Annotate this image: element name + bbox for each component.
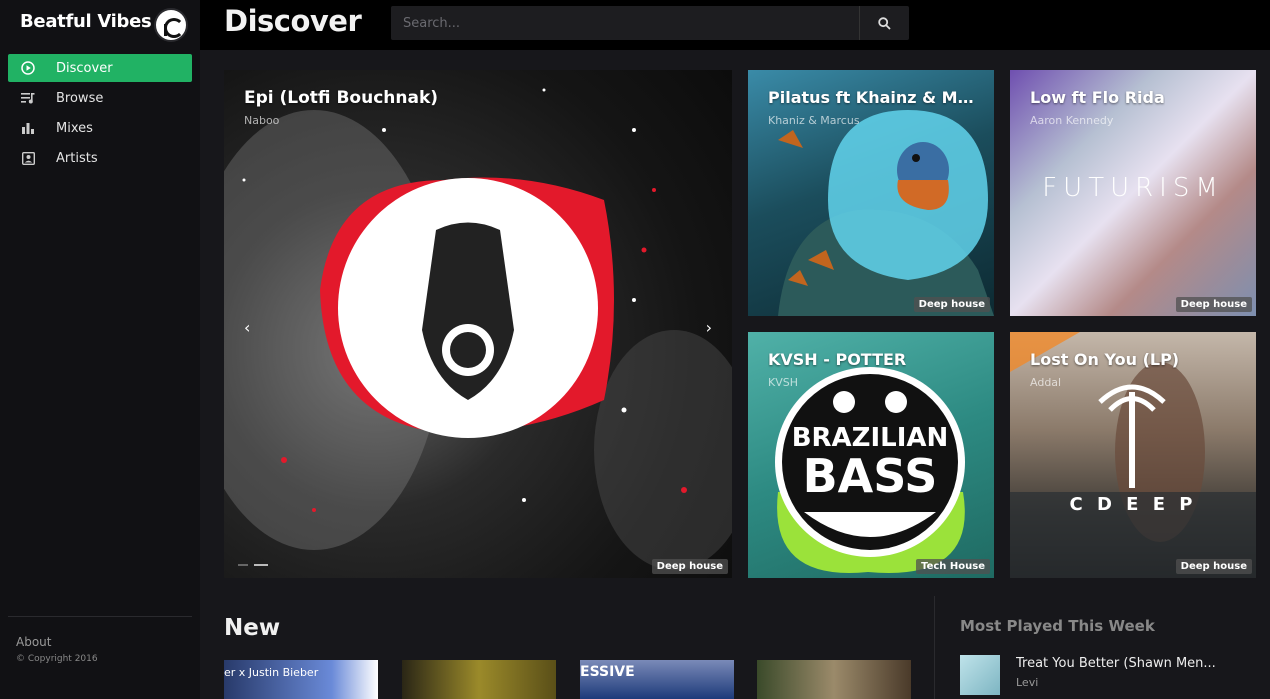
carousel-dot-active[interactable]: [254, 564, 268, 566]
new-release-thumb[interactable]: er x Justin Bieber: [224, 660, 378, 699]
featured-track-card[interactable]: Epi (Lotfi Bouchnak) Naboo ‹ › Deep hous…: [224, 70, 732, 578]
page-title: Discover: [224, 4, 362, 38]
sidebar-item-label: Discover: [56, 60, 113, 76]
sidebar-divider: [8, 616, 192, 617]
play-circle-icon: [20, 60, 36, 76]
sidebar-item-label: Mixes: [56, 120, 93, 136]
carousel-dot[interactable]: [238, 564, 248, 566]
topbar: Discover: [200, 0, 1270, 50]
most-played-artist: Levi: [1016, 676, 1039, 689]
track-artist: KVSH: [768, 376, 798, 389]
most-played-song[interactable]: Treat You Better (Shawn Men...: [1016, 656, 1216, 671]
track-title: Pilatus ft Khainz & Mar...: [768, 88, 978, 107]
sidebar-item-label: Browse: [56, 90, 104, 106]
track-title: KVSH - POTTER: [768, 350, 907, 369]
genre-tag[interactable]: Deep house: [1175, 559, 1252, 574]
new-section-title: New: [224, 615, 281, 641]
track-title: Lost On You (LP): [1030, 350, 1180, 369]
genre-tag[interactable]: Deep house: [913, 297, 990, 312]
featured-artist: Naboo: [244, 114, 280, 127]
track-artist: Aaron Kennedy: [1030, 114, 1114, 127]
new-release-thumb[interactable]: ESSIVE: [580, 660, 734, 699]
chevron-right-icon[interactable]: ›: [706, 318, 712, 337]
genre-tag[interactable]: Deep house: [651, 559, 728, 574]
genre-tag[interactable]: Tech House: [916, 559, 990, 574]
new-release-thumb[interactable]: [402, 660, 556, 699]
brand[interactable]: Beatful Vibes: [20, 8, 190, 42]
track-card[interactable]: C D E E P Lost On You (LP) Addal Deep ho…: [1010, 332, 1256, 578]
chevron-left-icon[interactable]: ‹: [244, 318, 250, 337]
search-bar: [391, 6, 909, 40]
section-divider: [934, 596, 935, 699]
track-card[interactable]: Pilatus ft Khainz & Mar... Khaniz & Marc…: [748, 70, 994, 316]
contact-card-icon: [20, 150, 36, 166]
track-card[interactable]: BRAZILIAN BASS KVSH - POTTER KVSH Tech H…: [748, 332, 994, 578]
brand-name: Beatful Vibes: [20, 11, 152, 32]
playlist-icon: [20, 90, 36, 106]
most-played-title: Most Played This Week: [960, 617, 1155, 635]
search-icon: [878, 16, 891, 30]
copyright-text: © Copyright 2016: [16, 654, 98, 664]
track-card[interactable]: FUTURISM Low ft Flo Rida Aaron Kennedy D…: [1010, 70, 1256, 316]
sidebar-item-artists[interactable]: Artists: [8, 144, 192, 172]
most-played-thumb[interactable]: [960, 655, 1000, 695]
artwork-text: C D E E P: [1069, 494, 1196, 515]
track-artist: Addal: [1030, 376, 1062, 389]
sidebar-item-discover[interactable]: Discover: [8, 54, 192, 82]
sidebar-nav: Discover Browse Mixes Artists: [8, 54, 192, 174]
artwork-text: FUTURISM: [1042, 173, 1224, 203]
track-title: Low ft Flo Rida: [1030, 88, 1165, 107]
track-artist: Khaniz & Marcus: [768, 114, 860, 127]
headphone-logo-icon: [154, 8, 188, 42]
sidebar-item-browse[interactable]: Browse: [8, 84, 192, 112]
thumb-caption: ESSIVE: [580, 664, 635, 680]
featured-artwork: [224, 88, 732, 570]
search-input[interactable]: [391, 6, 859, 40]
artwork-text: BASS: [803, 449, 938, 503]
search-button[interactable]: [859, 6, 909, 40]
thumb-caption: er x Justin Bieber: [224, 666, 319, 679]
carousel-dots: [238, 564, 268, 566]
new-release-thumb[interactable]: [757, 660, 911, 699]
sidebar: Beatful Vibes Discover Browse Mixes Arti…: [0, 0, 200, 699]
featured-title: Epi (Lotfi Bouchnak): [244, 88, 439, 108]
bar-chart-icon: [20, 120, 36, 136]
sidebar-item-mixes[interactable]: Mixes: [8, 114, 192, 142]
genre-tag[interactable]: Deep house: [1175, 297, 1252, 312]
about-link[interactable]: About: [16, 635, 51, 649]
sidebar-item-label: Artists: [56, 150, 98, 166]
